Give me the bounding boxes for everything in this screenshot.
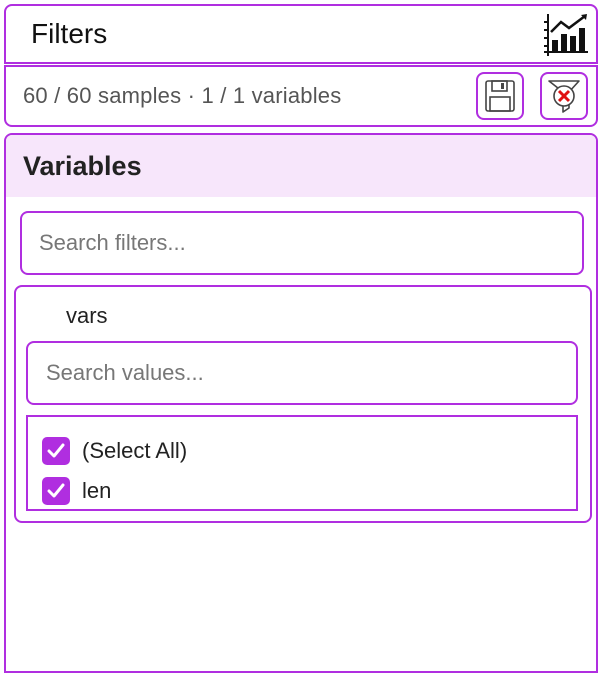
option-label: (Select All) [82,438,188,463]
panel-title: Variables [23,150,142,181]
sample-count-text: 60 / 60 samples · 1 / 1 variables [23,83,342,108]
variables-panel-header[interactable]: Variables [6,135,596,197]
checkmark-icon [47,443,65,458]
save-filters-button[interactable] [476,72,524,120]
len-option[interactable]: len [42,471,576,511]
variable-name-label: vars [66,303,108,328]
value-checkbox-list[interactable]: (Select All) len [26,415,578,511]
variable-filter-group: vars (Select All) len [14,285,592,523]
floppy-disk-icon [485,80,515,112]
filters-header: Filters [4,4,598,64]
filter-summary-bar: 60 / 60 samples · 1 / 1 variables [4,65,598,127]
variables-panel: Variables vars (Select All) le [4,133,598,673]
option-label: len [82,478,112,503]
len-checkbox[interactable] [42,477,70,505]
summary-actions [476,72,588,120]
search-filters-input[interactable] [20,211,584,275]
chart-toggle-button[interactable] [540,8,592,60]
bar-chart-icon [544,14,588,56]
filter-clear-icon [548,80,580,113]
header-title: Filters [31,18,108,49]
select-all-option[interactable]: (Select All) [42,431,576,471]
clear-filters-button[interactable] [540,72,588,120]
checkmark-icon [47,483,65,498]
select-all-checkbox[interactable] [42,437,70,465]
search-values-input[interactable] [26,341,578,405]
